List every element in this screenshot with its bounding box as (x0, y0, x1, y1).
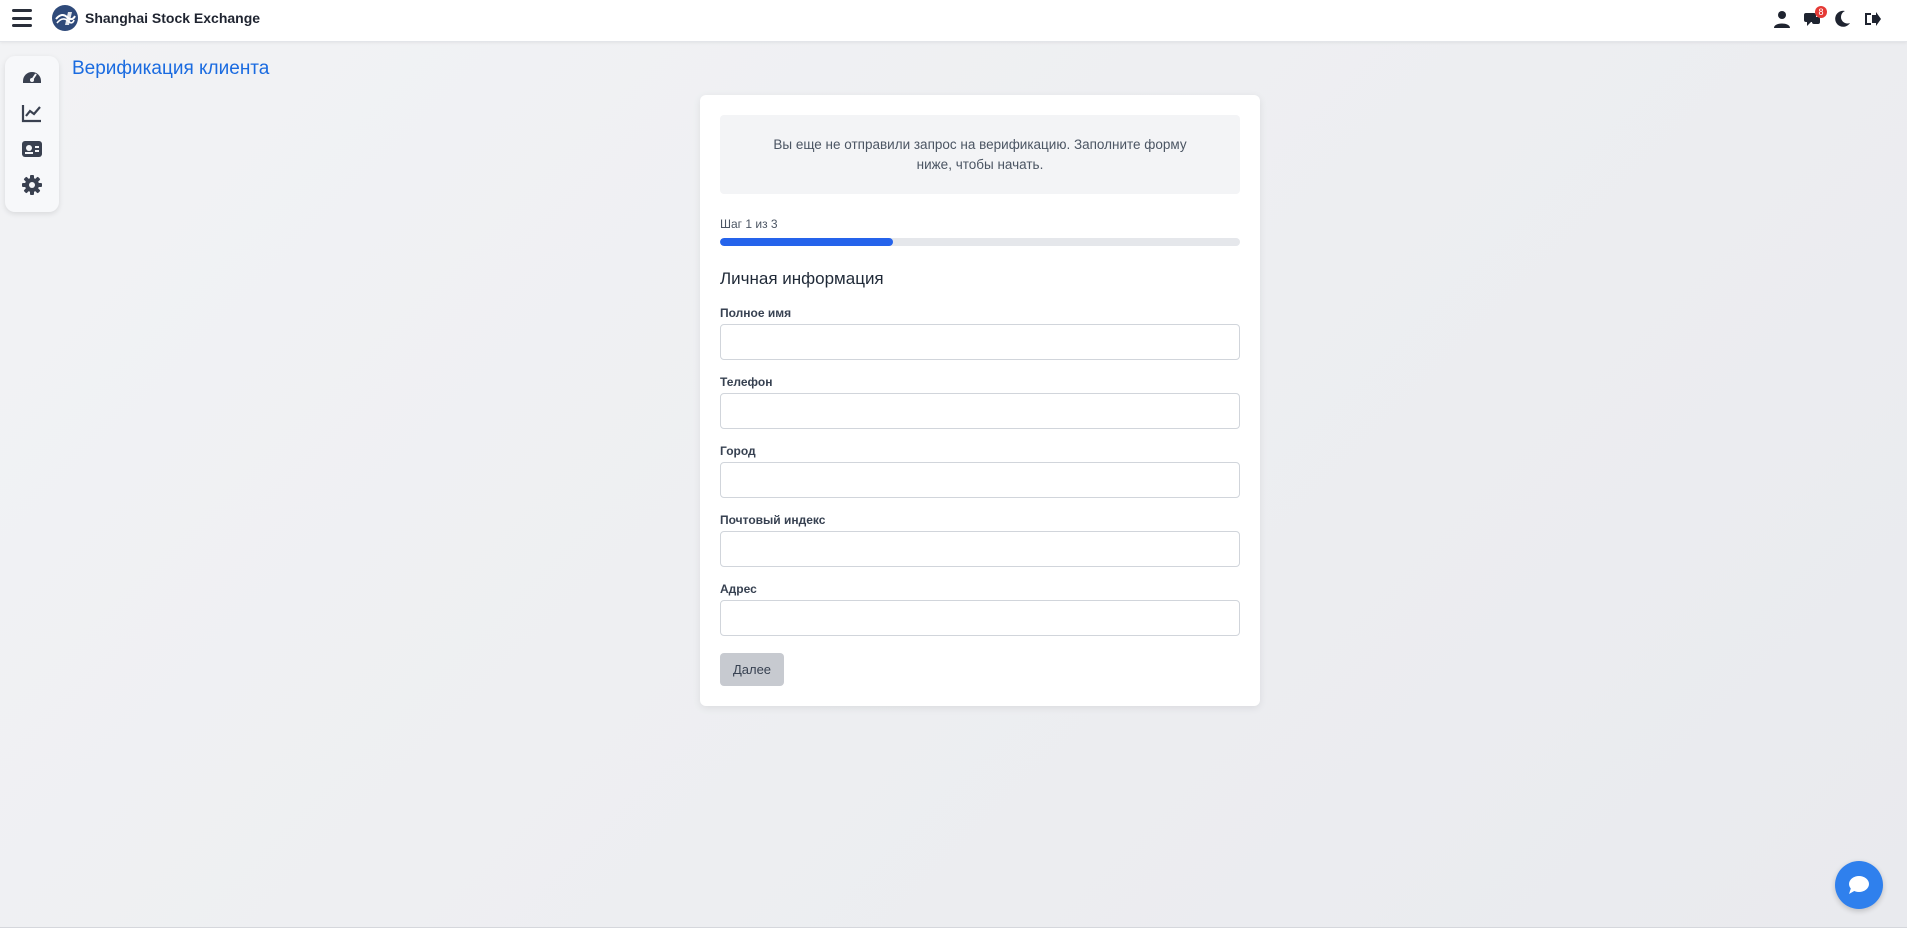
city-label: Город (720, 444, 756, 458)
top-header: Shanghai Stock Exchange 8 (0, 0, 1907, 42)
page-background: Shanghai Stock Exchange 8 Верификация кл… (0, 0, 1907, 928)
user-icon[interactable] (1773, 10, 1791, 28)
page-title: Верификация клиента (72, 58, 270, 79)
chat-icon (1849, 876, 1869, 894)
logo-icon (52, 5, 78, 31)
notifications-button[interactable]: 8 (1803, 6, 1827, 28)
full-name-input[interactable] (720, 324, 1240, 360)
moon-icon[interactable] (1833, 10, 1851, 28)
city-input[interactable] (720, 462, 1240, 498)
verification-notice: Вы еще не отправили запрос на верификаци… (720, 115, 1240, 194)
sidebar (5, 56, 59, 212)
verification-card: Вы еще не отправили запрос на верификаци… (700, 95, 1260, 706)
id-card-icon[interactable] (21, 138, 43, 160)
header-actions: 8 (1773, 6, 1881, 30)
progress-fill (720, 238, 894, 246)
postal-code-input[interactable] (720, 531, 1240, 567)
progress-bar (720, 238, 1240, 246)
address-label: Адрес (720, 582, 757, 596)
next-button[interactable]: Далее (720, 653, 784, 686)
phone-input[interactable] (720, 393, 1240, 429)
gear-icon[interactable] (21, 174, 43, 196)
postal-code-label: Почтовый индекс (720, 513, 826, 527)
step-indicator: Шаг 1 из 3 (720, 217, 778, 231)
chart-line-icon[interactable] (21, 102, 43, 124)
logout-icon[interactable] (1863, 10, 1881, 28)
notification-badge: 8 (1815, 6, 1827, 18)
address-input[interactable] (720, 600, 1240, 636)
menu-icon[interactable] (12, 9, 32, 27)
dashboard-icon[interactable] (21, 66, 43, 88)
full-name-label: Полное имя (720, 306, 792, 320)
phone-label: Телефон (720, 375, 773, 389)
section-title: Личная информация (720, 269, 884, 288)
chat-button[interactable] (1835, 861, 1883, 909)
brand-name[interactable]: Shanghai Stock Exchange (85, 10, 260, 26)
